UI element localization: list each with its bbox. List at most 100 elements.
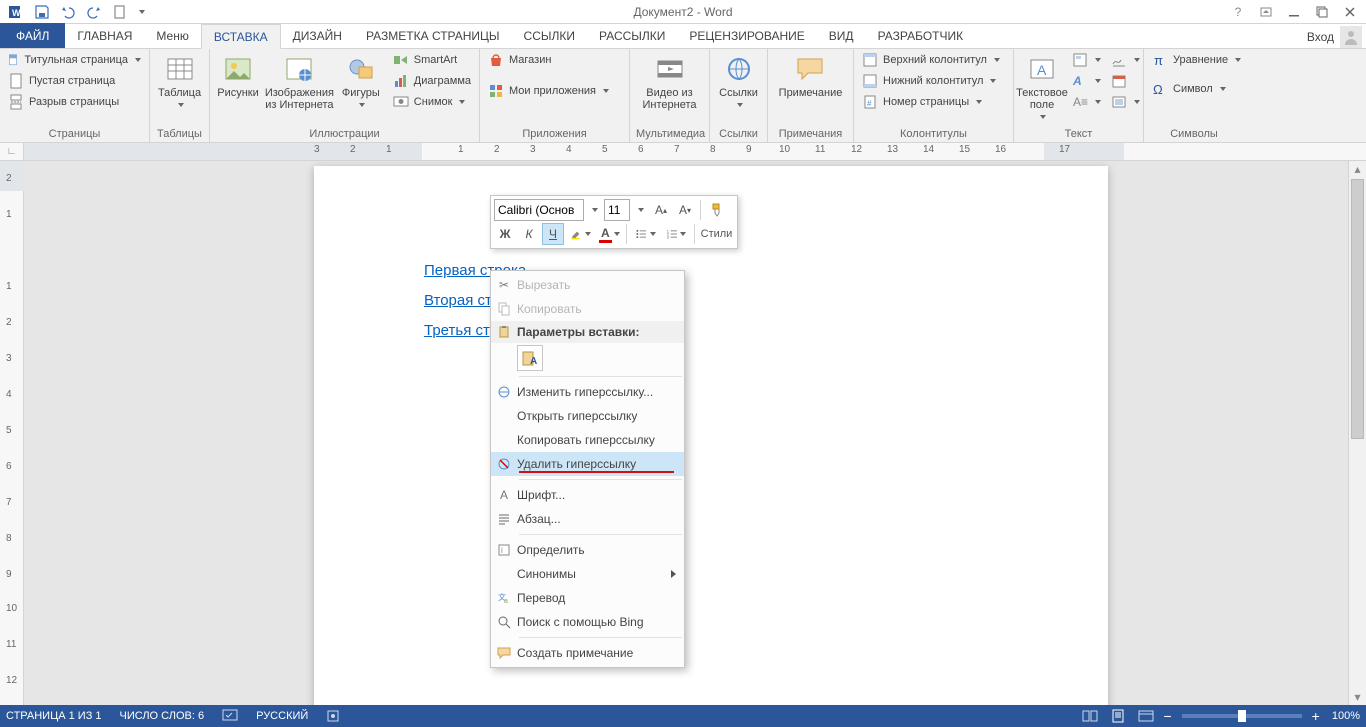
ctx-copy-hyperlink[interactable]: Копировать гиперссылку: [491, 428, 684, 452]
ctx-paragraph[interactable]: Абзац...: [491, 507, 684, 531]
zoom-in-button[interactable]: +: [1312, 708, 1320, 724]
my-apps-button[interactable]: Мои приложения: [486, 82, 611, 100]
remove-link-icon: [491, 457, 517, 471]
ctx-copy[interactable]: Копировать: [491, 297, 684, 321]
highlight-button[interactable]: [566, 223, 595, 245]
save-icon[interactable]: [30, 1, 54, 23]
tab-mailings[interactable]: РАССЫЛКИ: [587, 23, 677, 48]
online-video-button[interactable]: Видео из Интернета: [636, 51, 703, 113]
smartart-button[interactable]: SmartArt: [391, 51, 473, 69]
ctx-open-hyperlink[interactable]: Открыть гиперссылку: [491, 404, 684, 428]
font-size-input[interactable]: [604, 199, 630, 221]
tab-view[interactable]: ВИД: [817, 23, 866, 48]
page-break-button[interactable]: Разрыв страницы: [6, 93, 143, 111]
close-icon[interactable]: [1336, 1, 1364, 23]
status-macro[interactable]: [326, 709, 340, 723]
object-button[interactable]: [1109, 93, 1142, 111]
help-icon[interactable]: ?: [1224, 1, 1252, 23]
textbox-button[interactable]: A Текстовое поле: [1020, 51, 1064, 125]
maximize-icon[interactable]: [1308, 1, 1336, 23]
shapes-button[interactable]: Фигуры: [339, 51, 383, 113]
minimize-icon[interactable]: [1280, 1, 1308, 23]
ctx-synonyms[interactable]: Синонимы: [491, 562, 684, 586]
ctx-define[interactable]: i Определить: [491, 538, 684, 562]
ctx-bing-search[interactable]: Поиск с помощью Bing: [491, 610, 684, 634]
view-read-icon[interactable]: [1079, 707, 1101, 725]
symbol-button[interactable]: Ω Символ: [1150, 80, 1243, 98]
tab-references[interactable]: ССЫЛКИ: [512, 23, 587, 48]
grow-font-button[interactable]: A▴: [650, 199, 672, 221]
zoom-thumb[interactable]: [1238, 710, 1246, 722]
ctx-edit-hyperlink[interactable]: Изменить гиперссылку...: [491, 380, 684, 404]
ctx-translate[interactable]: 文a Перевод: [491, 586, 684, 610]
styles-button[interactable]: Стили: [699, 223, 734, 245]
qat-customize-icon[interactable]: [134, 1, 148, 23]
equation-button[interactable]: π Уравнение: [1150, 51, 1243, 69]
ruler-corner[interactable]: ∟: [0, 143, 24, 161]
online-pictures-button[interactable]: Изображения из Интернета: [264, 51, 335, 113]
tab-review[interactable]: РЕЦЕНЗИРОВАНИЕ: [677, 23, 816, 48]
links-button[interactable]: Ссылки: [716, 51, 761, 113]
scroll-up-icon[interactable]: ▴: [1349, 161, 1366, 177]
ctx-font[interactable]: A Шрифт...: [491, 483, 684, 507]
blank-page-button[interactable]: Пустая страница: [6, 72, 143, 90]
footer-button[interactable]: Нижний колонтитул: [860, 72, 1002, 90]
ctx-new-comment[interactable]: Создать примечание: [491, 641, 684, 665]
tab-design[interactable]: ДИЗАЙН: [281, 23, 354, 48]
sigline-button[interactable]: [1109, 51, 1142, 69]
status-language[interactable]: РУССКИЙ: [256, 710, 308, 722]
store-button[interactable]: Магазин: [486, 51, 611, 69]
dropcap-button[interactable]: A≡: [1070, 93, 1103, 111]
ribbon-opts-icon[interactable]: [1252, 1, 1280, 23]
datetime-button[interactable]: [1109, 72, 1142, 90]
quickparts-button[interactable]: [1070, 51, 1103, 69]
font-color-button[interactable]: A: [597, 223, 623, 245]
scroll-thumb[interactable]: [1351, 179, 1364, 439]
tab-menu[interactable]: Меню: [144, 23, 200, 48]
font-name-input[interactable]: [494, 199, 584, 221]
table-button[interactable]: Таблица: [156, 51, 203, 113]
login-area[interactable]: Вход: [1307, 24, 1362, 49]
horizontal-ruler[interactable]: 3 2 1 1 2 3 4 5 6 7 8 9 10 11 12 13 14 1…: [24, 143, 1366, 160]
undo-icon[interactable]: [56, 1, 80, 23]
tab-developer[interactable]: РАЗРАБОТЧИК: [866, 23, 976, 48]
shrink-font-button[interactable]: A▾: [674, 199, 696, 221]
app-icon[interactable]: W: [4, 1, 28, 23]
tab-home[interactable]: ГЛАВНАЯ: [65, 23, 144, 48]
paste-keep-text-button[interactable]: A: [517, 345, 543, 371]
zoom-slider[interactable]: [1182, 714, 1302, 718]
comment-button[interactable]: Примечание: [775, 51, 847, 101]
font-name-dropdown-icon[interactable]: [586, 199, 602, 221]
zoom-level[interactable]: 100%: [1332, 710, 1360, 722]
redo-icon[interactable]: [82, 1, 106, 23]
status-proofing[interactable]: [222, 709, 238, 723]
font-size-dropdown-icon[interactable]: [632, 199, 648, 221]
zoom-out-button[interactable]: −: [1163, 708, 1171, 724]
screenshot-button[interactable]: Снимок: [391, 93, 473, 111]
pictures-button[interactable]: Рисунки: [216, 51, 260, 101]
format-painter-button[interactable]: [705, 199, 729, 221]
view-print-icon[interactable]: [1107, 707, 1129, 725]
vertical-scrollbar[interactable]: ▴ ▾: [1348, 161, 1366, 705]
wordart-button[interactable]: A: [1070, 72, 1103, 90]
bullets-button[interactable]: [631, 223, 660, 245]
bold-button[interactable]: Ж: [494, 223, 516, 245]
ctx-remove-hyperlink[interactable]: Удалить гиперссылку: [491, 452, 684, 476]
vertical-ruler[interactable]: 2 1 1 2 3 4 5 6 7 8 9 10 11 12: [0, 161, 24, 705]
status-page[interactable]: СТРАНИЦА 1 ИЗ 1: [6, 710, 102, 722]
italic-button[interactable]: К: [518, 223, 540, 245]
pagenumber-button[interactable]: # Номер страницы: [860, 93, 1002, 111]
tab-layout[interactable]: РАЗМЕТКА СТРАНИЦЫ: [354, 23, 512, 48]
file-tab[interactable]: ФАЙЛ: [0, 23, 65, 48]
cover-page-button[interactable]: Титульная страница: [6, 51, 143, 69]
underline-button[interactable]: Ч: [542, 223, 564, 245]
tab-insert[interactable]: ВСТАВКА: [201, 24, 281, 49]
ctx-cut[interactable]: ✂ Вырезать: [491, 273, 684, 297]
chart-button[interactable]: Диаграмма: [391, 72, 473, 90]
scroll-down-icon[interactable]: ▾: [1349, 689, 1366, 705]
view-web-icon[interactable]: [1135, 707, 1157, 725]
new-doc-icon[interactable]: [108, 1, 132, 23]
status-words[interactable]: ЧИСЛО СЛОВ: 6: [120, 710, 205, 722]
numbering-button[interactable]: 123: [662, 223, 691, 245]
header-button[interactable]: Верхний колонтитул: [860, 51, 1002, 69]
